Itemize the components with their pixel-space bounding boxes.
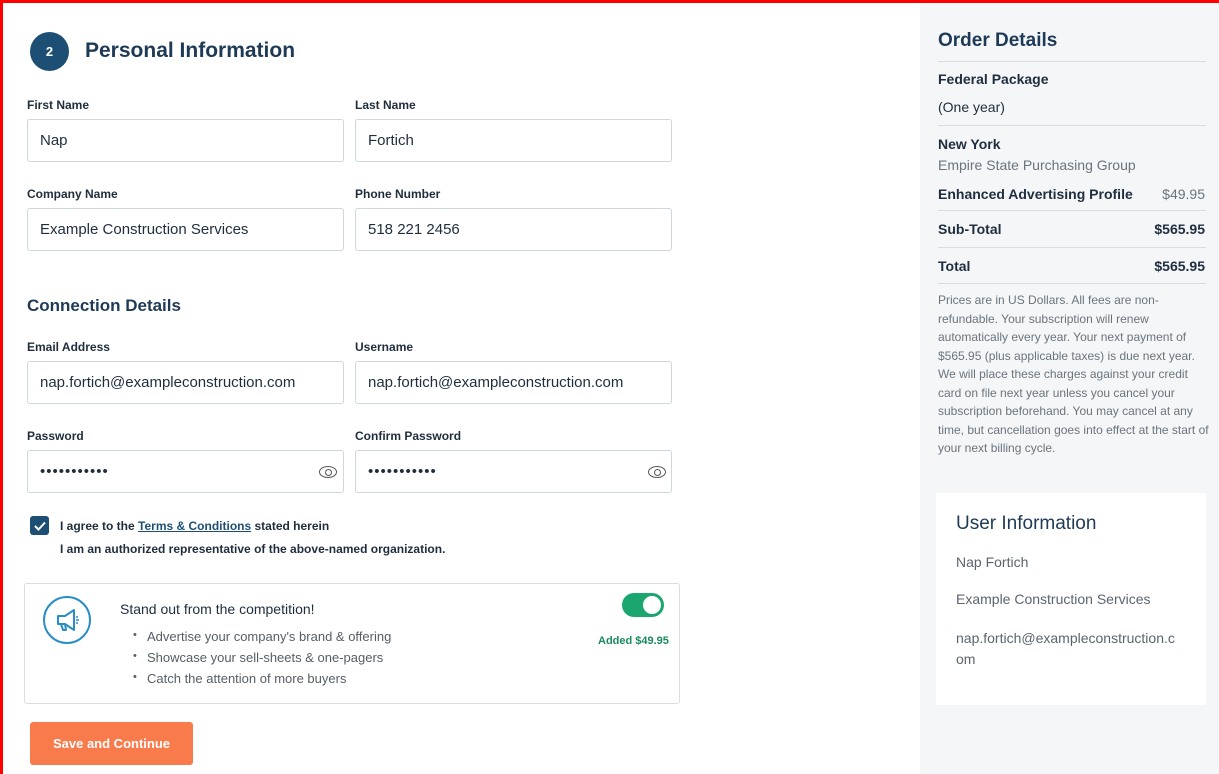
connection-details-title: Connection Details <box>27 296 181 315</box>
state-name: New York <box>938 136 1001 152</box>
promo-card: Stand out from the competition! Advertis… <box>24 583 680 704</box>
phone-number-label: Phone Number <box>355 187 441 201</box>
show-confirm-password-icon[interactable] <box>648 466 666 478</box>
company-name-label: Company Name <box>27 187 118 201</box>
divider <box>938 125 1206 126</box>
divider <box>938 247 1206 248</box>
registration-form-panel: 2 Personal Information First Name Last N… <box>0 0 920 774</box>
username-input[interactable] <box>355 361 672 404</box>
agree-terms-text: I agree to the Terms & Conditions stated… <box>60 519 329 533</box>
checkmark-icon <box>33 521 46 531</box>
first-name-input[interactable] <box>27 119 344 162</box>
authorized-rep-text: I am an authorized representative of the… <box>60 542 446 556</box>
password-label: Password <box>27 429 84 443</box>
promo-benefit: Catch the attention of more buyers <box>133 671 391 692</box>
promo-title: Stand out from the competition! <box>120 601 315 617</box>
confirm-password-input[interactable] <box>355 450 672 493</box>
email-label: Email Address <box>27 340 110 354</box>
user-info-title: User Information <box>956 513 1097 534</box>
phone-number-input[interactable] <box>355 208 672 251</box>
pricing-disclaimer: Prices are in US Dollars. All fees are n… <box>938 293 1209 455</box>
user-name: Nap Fortich <box>956 554 1029 570</box>
first-name-label: First Name <box>27 98 90 112</box>
agree-suffix: stated herein <box>251 519 330 533</box>
divider <box>938 283 1206 284</box>
step-badge: 2 <box>30 32 69 71</box>
added-price-text: Added $49.95 <box>598 635 669 647</box>
email-input[interactable] <box>27 361 344 404</box>
divider <box>938 210 1206 211</box>
user-company: Example Construction Services <box>956 591 1151 607</box>
promo-benefit: Showcase your sell-sheets & one-pagers <box>133 650 391 671</box>
confirm-password-label: Confirm Password <box>355 429 462 443</box>
order-details-title: Order Details <box>938 30 1058 51</box>
total-value: $565.95 <box>1154 258 1205 274</box>
advertising-toggle[interactable] <box>622 593 664 617</box>
addon-price: $49.95 <box>1162 186 1205 202</box>
promo-benefit: Advertise your company's brand & offerin… <box>133 629 391 650</box>
subtotal-value: $565.95 <box>1154 221 1205 237</box>
personal-info-title: Personal Information <box>85 39 296 62</box>
total-label: Total <box>938 258 971 274</box>
addon-label: Enhanced Advertising Profile <box>938 186 1133 202</box>
terms-link[interactable]: Terms & Conditions <box>138 519 251 533</box>
subtotal-label: Sub-Total <box>938 221 1002 237</box>
agree-prefix: I agree to the <box>60 519 139 533</box>
save-and-continue-button[interactable]: Save and Continue <box>30 722 193 765</box>
agree-checkbox[interactable] <box>30 516 49 535</box>
password-input[interactable] <box>27 450 344 493</box>
package-name: Federal Package <box>938 71 1049 87</box>
package-term: (One year) <box>938 99 1005 115</box>
divider <box>938 61 1206 62</box>
order-summary-panel: Order Details Federal Package (One year)… <box>920 0 1219 774</box>
promo-benefits-list: Advertise your company's brand & offerin… <box>133 629 391 692</box>
user-information-card: User Information Nap Fortich Example Con… <box>936 493 1206 705</box>
last-name-input[interactable] <box>355 119 672 162</box>
last-name-label: Last Name <box>355 98 416 112</box>
company-name-input[interactable] <box>27 208 344 251</box>
username-label: Username <box>355 340 414 354</box>
show-password-icon[interactable] <box>319 466 337 478</box>
purchasing-group: Empire State Purchasing Group <box>938 157 1136 173</box>
megaphone-icon <box>43 596 91 644</box>
user-email: nap.fortich@exampleconstruction.com <box>956 630 1175 667</box>
